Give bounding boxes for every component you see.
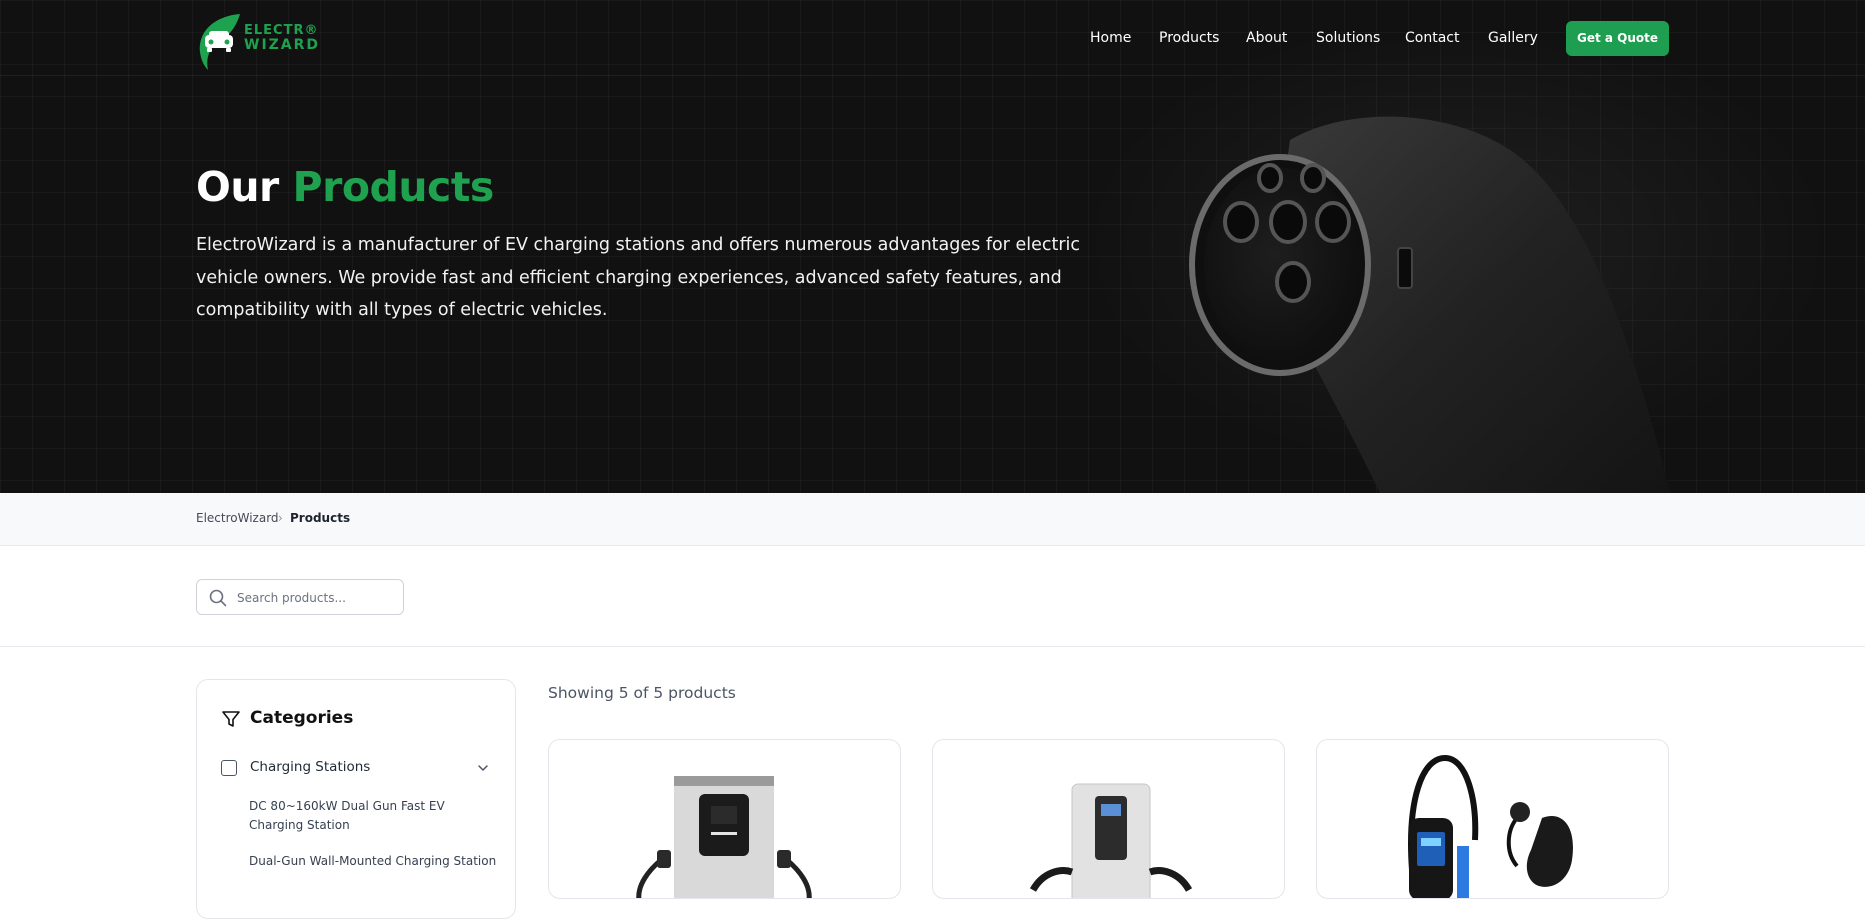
search-input[interactable] xyxy=(237,587,397,609)
breadcrumb: ElectroWizard › Products xyxy=(0,493,1865,546)
category-label: Charging Stations xyxy=(250,759,371,775)
breadcrumb-separator: › xyxy=(278,511,283,525)
search-box[interactable] xyxy=(196,579,404,615)
product-image-wall-charger xyxy=(1029,783,1193,898)
product-card[interactable] xyxy=(1316,739,1669,899)
category-charging-stations[interactable]: Charging Stations xyxy=(221,758,491,778)
subcategory-item[interactable]: DC 80~160kW Dual Gun Fast EV Charging St… xyxy=(249,797,499,835)
nav-link-solutions[interactable]: Solutions xyxy=(1316,30,1380,46)
brand-line-1: ELECTR® xyxy=(244,23,319,38)
hero-description: ElectroWizard is a manufacturer of EV ch… xyxy=(196,235,1080,320)
hero-section: ELECTR® WIZARD Home Products About Solut… xyxy=(0,0,1865,493)
plug-face xyxy=(1204,168,1360,362)
categories-sidebar: Categories Charging Stations DC 80~160kW… xyxy=(196,679,516,919)
nav-link-contact[interactable]: Contact xyxy=(1405,30,1459,46)
get-a-quote-button[interactable]: Get a Quote xyxy=(1566,21,1669,56)
chevron-down-icon[interactable] xyxy=(477,762,489,774)
filter-icon xyxy=(222,711,240,727)
plug-latch xyxy=(1397,247,1413,289)
categories-title: Categories xyxy=(250,708,354,728)
brand-wordmark: ELECTR® WIZARD xyxy=(244,23,321,53)
product-card[interactable] xyxy=(932,739,1285,899)
product-image-portable-charger xyxy=(1408,754,1573,898)
nav-link-home[interactable]: Home xyxy=(1090,30,1131,46)
category-checkbox[interactable] xyxy=(221,760,237,776)
product-card[interactable] xyxy=(548,739,901,899)
page-title: Our Products xyxy=(196,163,494,211)
brand-line-2: WIZARD xyxy=(244,37,321,53)
nav-link-about[interactable]: About xyxy=(1246,30,1287,46)
breadcrumb-current: Products xyxy=(290,511,351,525)
breadcrumb-home-link[interactable]: ElectroWizard xyxy=(196,511,279,525)
product-image-dc-charger xyxy=(636,776,812,898)
ev-plug-image xyxy=(1189,116,1670,493)
page-title-plain: Our xyxy=(196,163,279,211)
search-section xyxy=(0,546,1865,647)
brand-logo[interactable]: ELECTR® WIZARD xyxy=(196,12,318,70)
nav-link-products[interactable]: Products xyxy=(1159,30,1219,46)
page-title-accent: Products xyxy=(292,163,495,211)
nav-link-gallery[interactable]: Gallery xyxy=(1488,30,1538,46)
subcategory-item[interactable]: Dual-Gun Wall-Mounted Charging Station xyxy=(249,852,499,871)
top-navbar: ELECTR® WIZARD Home Products About Solut… xyxy=(0,0,1865,76)
car-leaf-logo-icon xyxy=(199,14,240,70)
search-icon xyxy=(209,589,227,607)
results-summary: Showing 5 of 5 products xyxy=(548,684,736,702)
